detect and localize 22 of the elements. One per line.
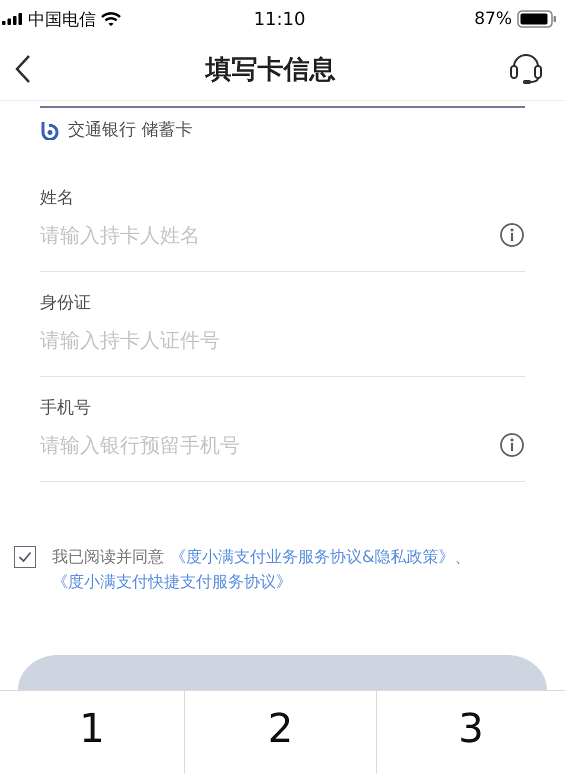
battery-icon — [517, 10, 557, 28]
field-label: 身份证 — [40, 292, 92, 315]
checkmark-icon — [18, 551, 32, 563]
info-icon[interactable] — [499, 432, 525, 458]
bank-card-label: 交通银行 储蓄卡 — [68, 119, 192, 141]
page-title: 填写卡信息 — [206, 54, 336, 86]
back-icon[interactable] — [14, 54, 32, 84]
info-icon[interactable] — [499, 222, 525, 248]
input-field[interactable]: 请输入持卡人证件号 — [40, 328, 525, 352]
agreement-text: 我已阅读并同意 — [52, 547, 164, 566]
carrier-name: 中国电信 — [28, 8, 96, 30]
signal-icon — [2, 13, 23, 25]
wifi-icon — [101, 12, 121, 26]
headset-icon[interactable] — [509, 51, 543, 87]
input-field[interactable]: 请输入持卡人姓名 — [40, 223, 499, 247]
field-label: 手机号 — [40, 397, 92, 420]
clock-time: 11:10 — [254, 8, 306, 30]
battery-percent: 87% — [474, 9, 512, 29]
field-label: 姓名 — [40, 187, 75, 210]
bank-logo-icon — [40, 120, 60, 140]
input-field[interactable]: 请输入银行预留手机号 — [40, 433, 499, 457]
checkbox[interactable] — [14, 546, 36, 568]
